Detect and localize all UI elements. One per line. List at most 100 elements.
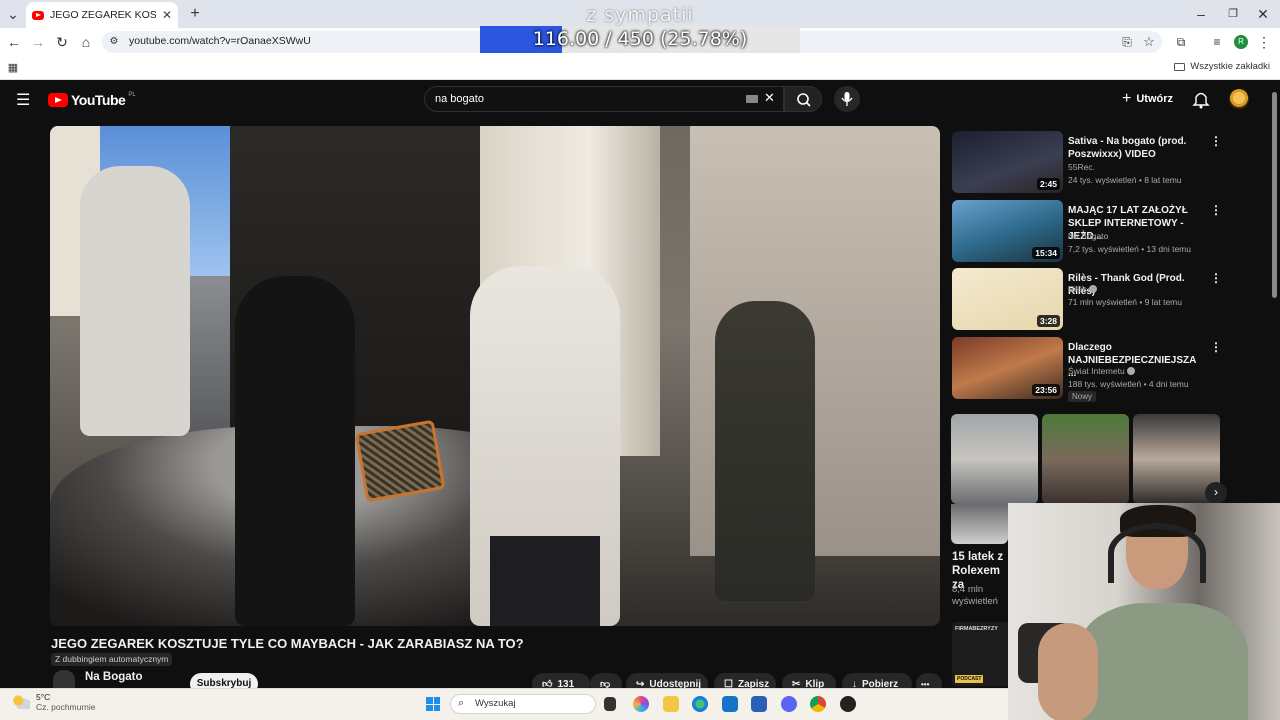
recommendation-channel[interactable]: Świat Internetu	[1068, 366, 1135, 376]
channel-label: Rilès	[1068, 284, 1087, 294]
duration-badge: 15:34	[1032, 247, 1060, 259]
youtube-logo[interactable]: YouTube PL	[48, 92, 136, 108]
channel-name[interactable]: Na Bogato	[85, 671, 143, 683]
video-frame-shape	[354, 419, 446, 503]
more-options-icon[interactable]: ⋮	[1210, 134, 1222, 148]
all-bookmarks-label: Wszystkie zakładki	[1190, 61, 1270, 72]
recommendation-meta: 7,2 tys. wyświetleń • 13 dni temu	[1068, 244, 1191, 254]
copilot-icon[interactable]	[633, 696, 649, 712]
home-icon[interactable]: ⌂	[76, 31, 96, 53]
recommendation-thumbnail[interactable]: 3:28	[952, 268, 1063, 330]
short-thumbnail[interactable]	[1042, 414, 1129, 504]
edge-icon[interactable]	[692, 696, 708, 712]
media-controls-icon[interactable]: ≡	[1208, 31, 1226, 53]
create-label: Utwórz	[1136, 93, 1174, 105]
minimize-icon[interactable]: –	[1190, 3, 1212, 25]
video-frame-shape	[235, 276, 355, 626]
back-icon[interactable]: ←	[4, 31, 24, 53]
search-button[interactable]	[784, 86, 822, 112]
keyboard-icon[interactable]	[746, 95, 758, 103]
microphone-icon	[841, 92, 853, 106]
youtube-favicon-icon	[32, 10, 44, 20]
short-views: 8,4 mln wyświetleń	[952, 584, 998, 607]
file-explorer-icon[interactable]	[663, 696, 679, 712]
page-scrollbar[interactable]	[1272, 92, 1277, 298]
clear-search-icon[interactable]: ✕	[764, 90, 775, 106]
logo-country: PL	[128, 92, 136, 98]
taskbar-search[interactable]: Wyszukaj	[450, 694, 596, 714]
bookmark-star-icon[interactable]: ☆	[1140, 31, 1158, 53]
outlook-icon[interactable]	[722, 696, 738, 712]
search-icon	[797, 93, 811, 107]
channel-avatar[interactable]	[53, 670, 75, 688]
video-player[interactable]	[50, 126, 940, 626]
recommendation-item[interactable]: 15:34 MAJĄC 17 LAT ZAŁOŻYŁ SKLEP INTERNE…	[952, 200, 1222, 262]
youtube-play-icon	[48, 93, 68, 107]
recommendation-thumbnail[interactable]: 2:45	[952, 131, 1063, 193]
forward-icon[interactable]: →	[28, 31, 48, 53]
video-frame-shape	[490, 536, 600, 626]
channel-label: Świat Internetu	[1068, 366, 1125, 376]
recommendation-channel[interactable]: 55Rec.	[1068, 162, 1095, 172]
recommendation-channel[interactable]: Na Bogato	[1068, 231, 1108, 241]
window-close-icon[interactable]: ✕	[1252, 3, 1274, 25]
video-title: JEGO ZEGAREK KOSZTUJE TYLE CO MAYBACH - …	[51, 636, 524, 651]
create-button[interactable]: + Utwórz	[1122, 89, 1173, 109]
podcast-brand: FIRMABEZRYZY	[955, 626, 998, 632]
menu-kebab-icon[interactable]: ⋮	[1256, 31, 1272, 53]
short-thumbnail[interactable]	[951, 414, 1038, 504]
search-input[interactable]: na bogato	[424, 86, 784, 112]
recommendation-title[interactable]: Sativa - Na bogato (prod. Poszwixxx) VID…	[1068, 135, 1204, 161]
site-info-icon[interactable]: ⚙	[106, 31, 122, 53]
podcast-thumbnail[interactable]: FIRMABEZRYZY PODCAST	[952, 622, 1010, 686]
windows-start-icon[interactable]	[426, 697, 440, 711]
browser-tab[interactable]: JEGO ZEGAREK KOSZTUJE TYLE ✕	[26, 2, 178, 28]
recommendation-item[interactable]: 2:45 Sativa - Na bogato (prod. Poszwixxx…	[952, 131, 1222, 193]
task-view-icon[interactable]	[604, 697, 616, 711]
discord-icon[interactable]	[781, 696, 797, 712]
dubbing-badge[interactable]: Z dubbingiem automatycznym	[51, 653, 173, 666]
headphones-shape	[1108, 523, 1206, 583]
recommendation-meta: 188 tys. wyświetleń • 4 dni temu	[1068, 379, 1189, 389]
recommendation-meta: 24 tys. wyświetleń • 8 lat temu	[1068, 175, 1182, 185]
recommendation-thumbnail[interactable]: 15:34	[952, 200, 1063, 262]
duration-badge: 2:45	[1036, 178, 1060, 190]
weather-desc: Cz. pochmurnie	[36, 702, 96, 712]
shorts-next-button[interactable]: ›	[1205, 482, 1227, 504]
more-options-icon[interactable]: ⋮	[1210, 271, 1222, 285]
recommendation-item[interactable]: 23:56 Dlaczego NAJNIEBEZPIECZNIEJSZA ...…	[952, 337, 1222, 399]
logo-text: YouTube	[71, 92, 126, 108]
podcast-label: PODCAST	[955, 675, 984, 683]
weather-widget[interactable]: 5°C Cz. pochmurnie	[12, 692, 96, 712]
reload-icon[interactable]: ↻	[52, 31, 72, 53]
more-options-icon[interactable]: ⋮	[1210, 340, 1222, 354]
short-thumbnail[interactable]	[951, 504, 1008, 544]
extensions-icon[interactable]: ⧉	[1172, 31, 1190, 53]
profile-avatar[interactable]: R	[1234, 35, 1248, 49]
tab-title: JEGO ZEGAREK KOSZTUJE TYLE	[50, 9, 156, 21]
new-tab-button[interactable]: +	[184, 3, 206, 25]
bell-shape	[1192, 92, 1210, 109]
weather-temp: 5°C	[36, 692, 51, 702]
more-options-icon[interactable]: ⋮	[1210, 203, 1222, 217]
recommendation-thumbnail[interactable]: 23:56	[952, 337, 1063, 399]
duration-badge: 3:28	[1036, 315, 1060, 327]
taskbar-search-icon: ⌕	[458, 697, 465, 709]
restore-icon[interactable]: ❐	[1222, 3, 1244, 25]
install-icon[interactable]: ⎘	[1118, 31, 1136, 53]
hamburger-menu-icon[interactable]: ☰	[16, 90, 30, 110]
recommendation-channel[interactable]: Rilès	[1068, 284, 1097, 294]
account-avatar[interactable]	[1229, 89, 1249, 109]
store-icon[interactable]	[751, 696, 767, 712]
chrome-icon[interactable]	[810, 696, 826, 712]
folder-icon	[1174, 62, 1186, 71]
recommendation-item[interactable]: 3:28 Rilès - Thank God (Prod. Rilès) Ril…	[952, 268, 1222, 330]
apps-grid-icon[interactable]: ▦	[4, 57, 22, 79]
tab-close-icon[interactable]: ✕	[162, 8, 172, 22]
obs-icon[interactable]	[840, 696, 856, 712]
plus-icon: +	[1122, 90, 1132, 107]
tab-search-chevron-icon[interactable]: ⌄	[2, 3, 24, 25]
notifications-bell-icon[interactable]	[1192, 89, 1210, 114]
all-bookmarks[interactable]: Wszystkie zakładki	[1174, 61, 1270, 72]
voice-search-button[interactable]	[834, 86, 860, 112]
